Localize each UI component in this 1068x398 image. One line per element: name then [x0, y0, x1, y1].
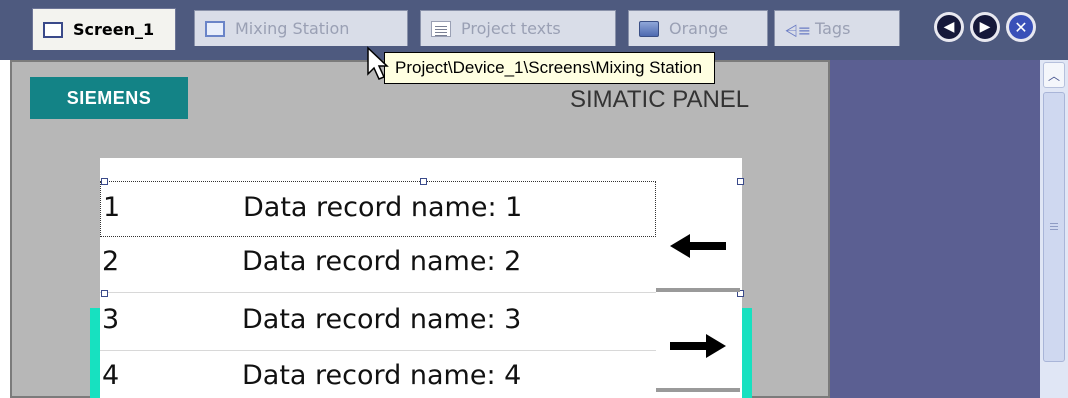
panel-model-label: SIMATIC PANEL: [570, 86, 750, 113]
tooltip: Project\Device_1\Screens\Mixing Station: [384, 52, 716, 84]
button-divider: [656, 288, 740, 292]
scroll-up-button[interactable]: ︿: [1043, 62, 1065, 88]
tab-label: Orange: [669, 19, 729, 38]
arrow-left-icon: [670, 234, 726, 258]
screen-icon: [43, 21, 63, 38]
tab-tags[interactable]: ⩤≡ Tags: [774, 10, 900, 46]
tab-label: Tags: [815, 19, 851, 38]
tab-mixing-station[interactable]: Mixing Station: [194, 10, 408, 46]
tab-label: Screen_1: [73, 20, 155, 39]
mouse-pointer-icon: [367, 46, 389, 80]
recipe-row[interactable]: 3 Data record name: 3: [100, 294, 656, 351]
arrow-right-icon: [670, 334, 726, 358]
record-number: 1: [103, 192, 121, 223]
selection-handle[interactable]: [420, 178, 427, 185]
tab-label: Mixing Station: [235, 19, 350, 38]
screen-icon: [205, 20, 225, 37]
record-number: 4: [102, 360, 120, 391]
recipe-row[interactable]: 1 Data record name: 1: [100, 181, 656, 237]
close-tab-button[interactable]: ✕: [1006, 12, 1036, 42]
tab-screen-1[interactable]: Screen_1: [32, 8, 176, 50]
button-divider: [656, 388, 740, 392]
tags-icon: ⩤≡: [785, 20, 812, 40]
recipe-row[interactable]: 4 Data record name: 4: [100, 350, 656, 398]
arrow-left-icon: ◀: [937, 15, 961, 39]
tab-strip: Screen_1 Mixing Station Project texts Or…: [0, 0, 1068, 60]
next-tab-button[interactable]: ▶: [970, 12, 1000, 42]
record-number: 3: [102, 304, 120, 335]
record-name: Data record name: 2: [242, 246, 522, 277]
chevron-up-icon: ︿: [1047, 68, 1060, 83]
tab-project-texts[interactable]: Project texts: [420, 10, 616, 46]
selection-handle[interactable]: [737, 178, 744, 185]
tab-label: Project texts: [461, 19, 561, 38]
previous-record-button[interactable]: [656, 200, 740, 292]
selection-handle[interactable]: [101, 290, 108, 297]
previous-tab-button[interactable]: ◀: [934, 12, 964, 42]
siemens-logo: SIEMENS: [30, 77, 188, 119]
arrow-right-icon: ▶: [973, 15, 997, 39]
next-record-button[interactable]: [656, 300, 740, 392]
selection-highlight-bar: [90, 308, 100, 398]
scroll-thumb[interactable]: [1043, 92, 1065, 362]
record-number: 2: [102, 246, 120, 277]
close-icon: ✕: [1009, 15, 1033, 39]
recipe-row[interactable]: 2 Data record name: 2: [100, 236, 656, 293]
tab-orange[interactable]: Orange: [628, 10, 768, 46]
orange-icon: [639, 20, 659, 37]
selection-handle[interactable]: [101, 178, 108, 185]
selection-highlight-bar: [742, 308, 752, 398]
record-name: Data record name: 4: [242, 360, 522, 391]
record-name: Data record name: 3: [242, 304, 522, 335]
record-name: Data record name: 1: [243, 192, 523, 223]
project-texts-icon: [431, 20, 451, 37]
